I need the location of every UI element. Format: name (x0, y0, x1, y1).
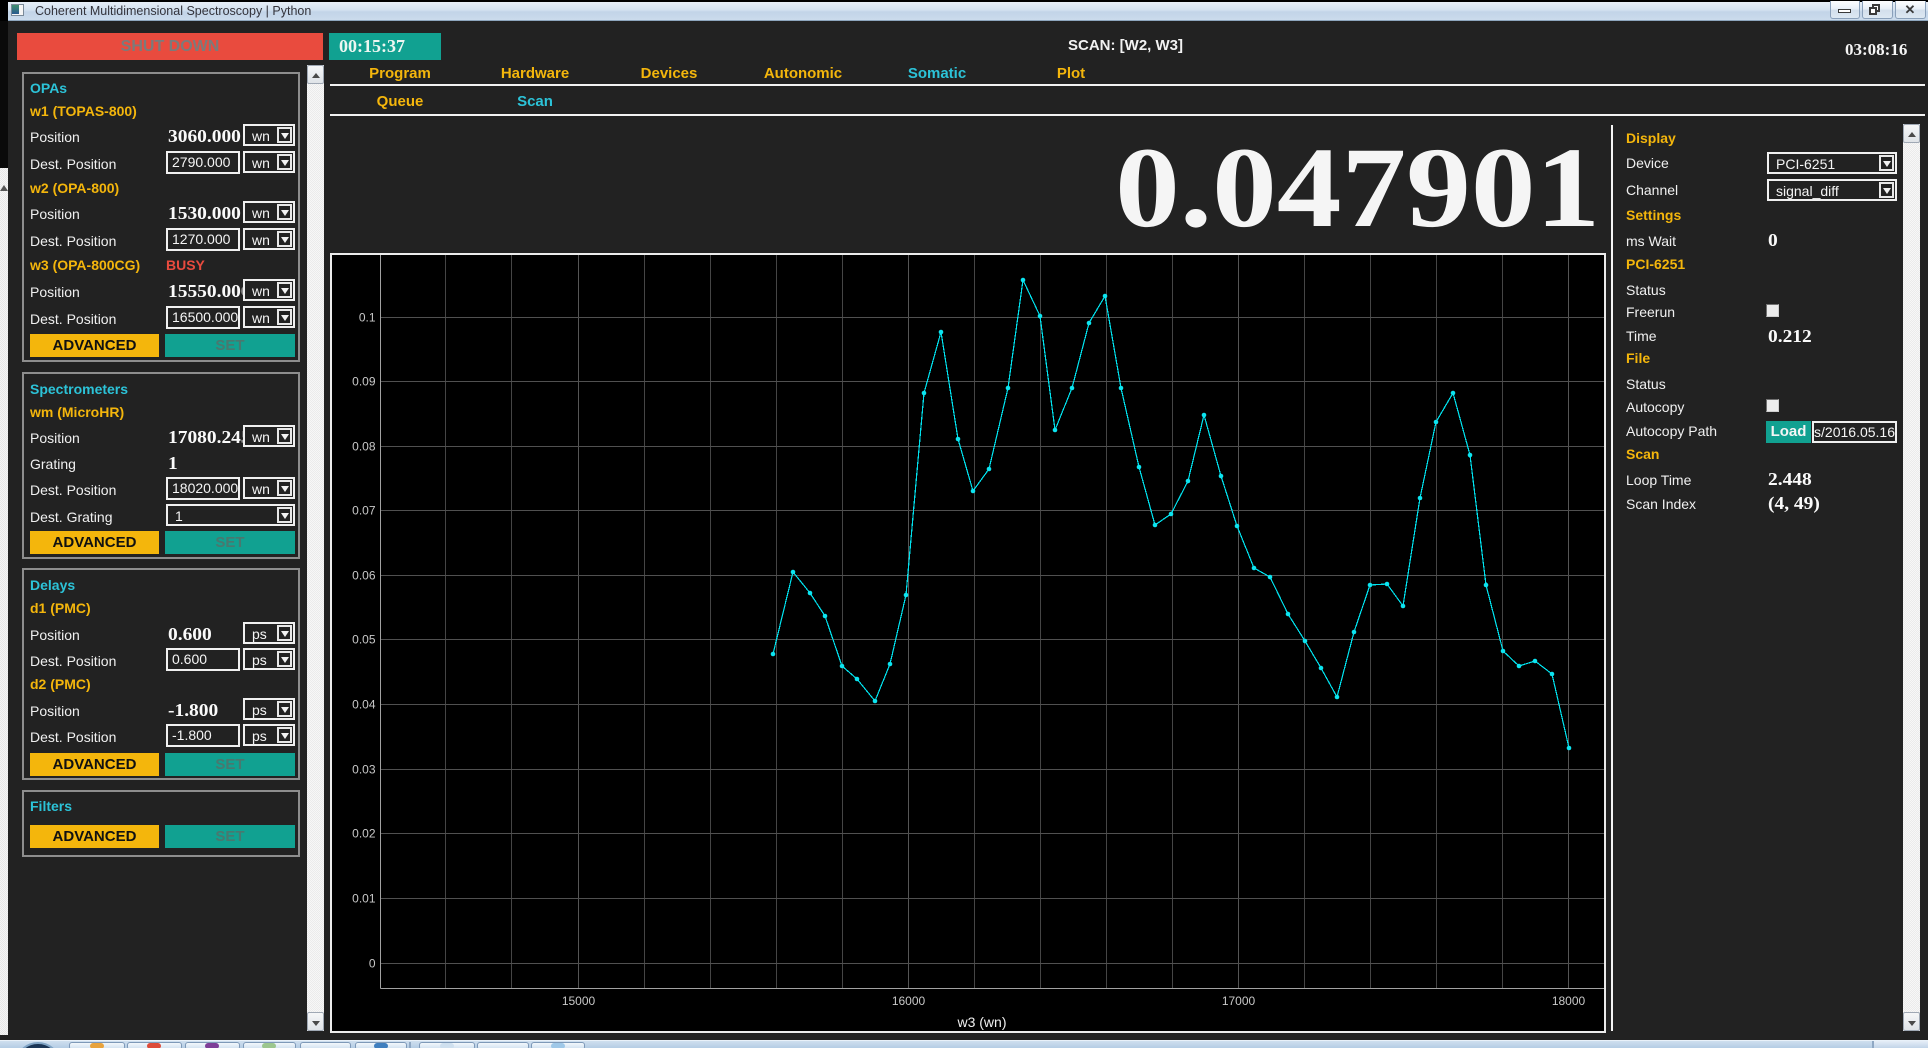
svg-text:0.05: 0.05 (352, 633, 376, 647)
svg-text:18000: 18000 (1552, 994, 1586, 1008)
svg-text:15000: 15000 (562, 994, 596, 1008)
svg-text:0.07: 0.07 (352, 504, 376, 518)
svg-text:16000: 16000 (892, 994, 926, 1008)
svg-text:17000: 17000 (1222, 994, 1256, 1008)
svg-text:0.06: 0.06 (352, 569, 376, 583)
svg-text:0.01: 0.01 (352, 892, 376, 906)
svg-text:0.08: 0.08 (352, 440, 376, 454)
svg-text:0.02: 0.02 (352, 827, 376, 841)
svg-text:0.04: 0.04 (352, 698, 376, 712)
svg-text:0: 0 (369, 957, 376, 971)
svg-text:w3 (wn): w3 (wn) (956, 1014, 1006, 1030)
svg-text:0.03: 0.03 (352, 763, 376, 777)
svg-text:0.1: 0.1 (359, 311, 376, 325)
svg-text:0.09: 0.09 (352, 375, 376, 389)
